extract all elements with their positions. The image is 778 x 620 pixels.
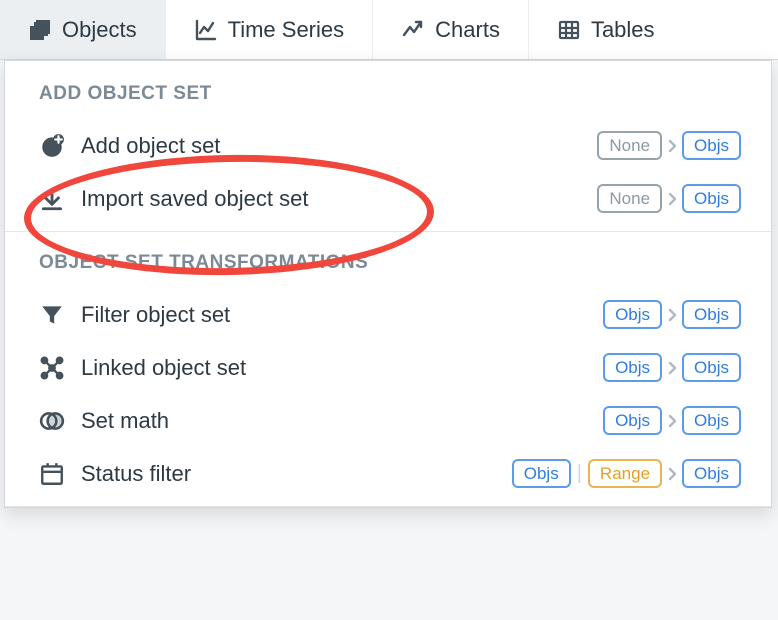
tab-time-series[interactable]: Time Series [166, 0, 374, 59]
badges: None Objs [597, 184, 741, 213]
chevron-right-icon [666, 138, 678, 154]
menu-left: Linked object set [39, 355, 246, 381]
menu-left: Set math [39, 408, 169, 434]
stack-icon [28, 18, 52, 42]
badge-objs: Objs [603, 353, 662, 382]
badge-none: None [597, 184, 662, 213]
badges: Objs Objs [603, 353, 741, 382]
menu-left: Filter object set [39, 302, 230, 328]
menu-label: Set math [81, 408, 169, 434]
tab-label: Tables [591, 17, 655, 43]
chevron-right-icon [666, 360, 678, 376]
menu-filter-object-set[interactable]: Filter object set Objs Objs [5, 288, 771, 341]
menu-label: Add object set [81, 133, 220, 159]
chevron-right-icon [666, 191, 678, 207]
badge-objs: Objs [682, 131, 741, 160]
badges: Objs Objs [603, 300, 741, 329]
badges: Objs Objs [603, 406, 741, 435]
badge-objs: Objs [682, 406, 741, 435]
badge-none: None [597, 131, 662, 160]
menu-status-filter[interactable]: Status filter Objs | Range Objs [5, 447, 771, 500]
menu-linked-object-set[interactable]: Linked object set Objs Objs [5, 341, 771, 394]
tab-label: Time Series [228, 17, 345, 43]
badge-objs: Objs [682, 353, 741, 382]
badge-objs: Objs [682, 459, 741, 488]
menu-label: Filter object set [81, 302, 230, 328]
menu-add-object-set[interactable]: Add object set None Objs [5, 119, 771, 172]
tab-tables[interactable]: Tables [529, 0, 683, 59]
menu-import-saved-object-set[interactable]: Import saved object set None Objs [5, 172, 771, 225]
chevron-right-icon [666, 413, 678, 429]
objects-dropdown: ADD OBJECT SET Add object set None Objs [4, 60, 772, 508]
section-add-object-set: ADD OBJECT SET Add object set None Objs [5, 83, 771, 232]
section-object-set-transformations: OBJECT SET TRANSFORMATIONS Filter object… [5, 252, 771, 507]
badge-objs: Objs [603, 300, 662, 329]
menu-label: Linked object set [81, 355, 246, 381]
tab-label: Objects [62, 17, 137, 43]
menu-set-math[interactable]: Set math Objs Objs [5, 394, 771, 447]
menu-label: Status filter [81, 461, 191, 487]
badges: Objs | Range Objs [512, 459, 741, 488]
section-header: OBJECT SET TRANSFORMATIONS [5, 252, 771, 288]
menu-left: Import saved object set [39, 186, 308, 212]
tab-label: Charts [435, 17, 500, 43]
badge-objs: Objs [603, 406, 662, 435]
menu-left: Add object set [39, 133, 220, 159]
section-header: ADD OBJECT SET [5, 83, 771, 119]
trend-up-icon [401, 18, 425, 42]
tab-charts[interactable]: Charts [373, 0, 529, 59]
table-icon [557, 18, 581, 42]
line-chart-icon [194, 18, 218, 42]
chevron-right-icon [666, 307, 678, 323]
badge-range: Range [588, 459, 662, 488]
separator: | [575, 462, 584, 485]
menu-left: Status filter [39, 461, 191, 487]
badge-objs: Objs [682, 184, 741, 213]
download-icon [39, 186, 65, 212]
badge-objs: Objs [512, 459, 571, 488]
menu-label: Import saved object set [81, 186, 308, 212]
graph-icon [39, 355, 65, 381]
calendar-icon [39, 461, 65, 487]
chevron-right-icon [666, 466, 678, 482]
venn-icon [39, 408, 65, 434]
filter-icon [39, 302, 65, 328]
add-globe-icon [39, 133, 65, 159]
tab-objects[interactable]: Objects [0, 0, 166, 59]
badges: None Objs [597, 131, 741, 160]
tabs-bar: Objects Time Series Charts Tables [0, 0, 778, 60]
badge-objs: Objs [682, 300, 741, 329]
